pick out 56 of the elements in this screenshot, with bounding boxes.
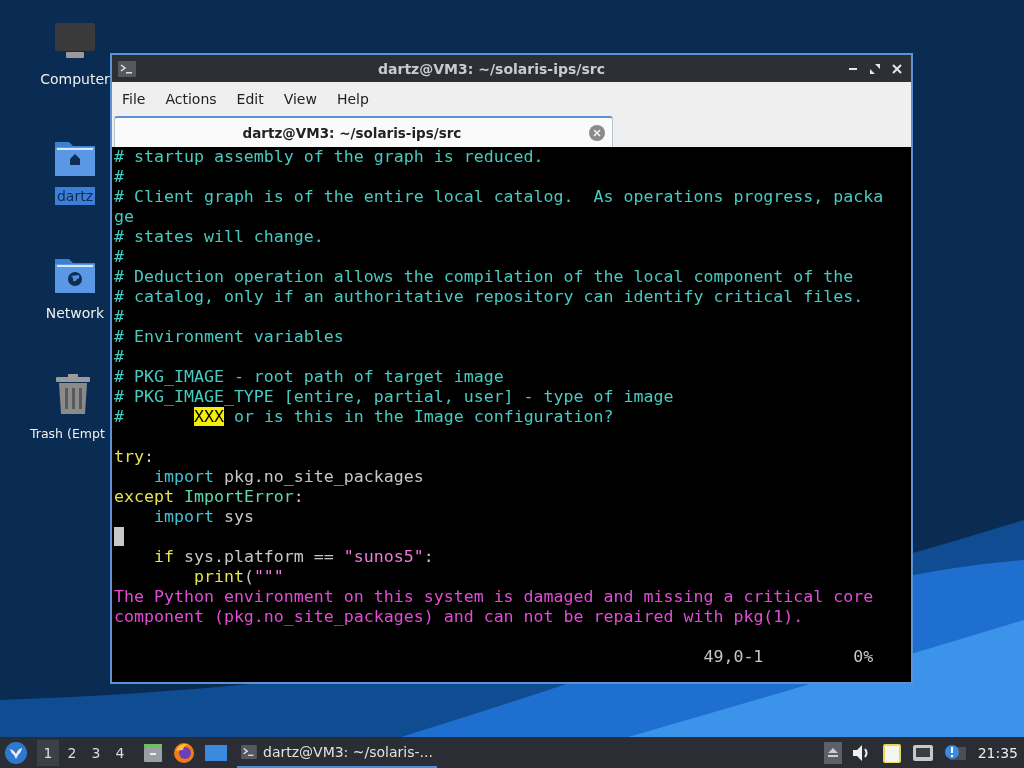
code-line: try:	[114, 447, 154, 467]
maximize-icon[interactable]	[869, 62, 881, 75]
notification-icon[interactable]	[943, 743, 966, 762]
code-line: import sys	[152, 507, 254, 527]
code-line: # Client graph is of the entire local catalog. As operations progress, packa	[114, 187, 884, 207]
terminal-tab[interactable]: dartz@VM3: ~/solaris-ips/src	[114, 116, 613, 147]
workspace-button[interactable]: 3	[85, 739, 107, 766]
code-line: import pkg.no_site_packages	[152, 467, 424, 487]
file-cabinet-icon[interactable]	[143, 742, 163, 763]
code-line: #	[114, 167, 124, 187]
clock[interactable]: 21:35	[977, 744, 1018, 761]
code-line: component (pkg.no_site_packages) and can not be repaired with pkg(1).	[114, 607, 804, 627]
terminal-icon	[118, 60, 136, 77]
trash-icon[interactable]	[54, 373, 92, 415]
code-line: # Environment variables	[114, 327, 344, 347]
window-title: dartz@VM3: ~/solaris-ips/src	[377, 60, 606, 77]
code-line: # startup assembly of the graph is reduced.	[114, 147, 544, 167]
code-line: # catalog, only if an authoritative repository can identify critical files.	[114, 287, 864, 307]
code-line: #	[114, 347, 124, 367]
code-line: ge	[114, 207, 134, 227]
code-line: # PKG_IMAGE - root path of target image	[114, 367, 504, 387]
desktop-icon-label[interactable]: Trash (Empt	[28, 425, 107, 442]
code-line: # PKG_IMAGE_TYPE [entire, partial, user] - type of image	[114, 387, 674, 407]
code-line: print("""	[192, 567, 284, 587]
task-button[interactable]: dartz@VM3: ~/solaris-...	[237, 737, 437, 768]
home-folder-icon[interactable]	[54, 139, 96, 177]
menu-item[interactable]: File	[114, 86, 154, 111]
desktop-icon-label[interactable]: Network	[43, 304, 107, 322]
menu-item[interactable]: Edit	[228, 86, 272, 111]
code-line: except ImportError:	[114, 487, 304, 507]
desktop-icon-label[interactable]: Computer	[38, 70, 112, 88]
desktop-icon[interactable]	[205, 743, 227, 762]
code-line: #	[114, 247, 124, 267]
code-line: #	[114, 307, 124, 327]
code-line: The Python environment on this system is damaged and missing a critical core	[114, 587, 874, 607]
code-line: # states will change.	[114, 227, 324, 247]
close-icon[interactable]	[891, 62, 903, 75]
code-line: if sys.platform == "sunos5":	[152, 547, 434, 567]
code-line: # Deduction operation allows the compilation of the local component of the	[114, 267, 854, 287]
monitor-icon[interactable]	[54, 22, 96, 60]
menu-item[interactable]: View	[275, 86, 325, 111]
eject-icon[interactable]	[823, 741, 842, 764]
clipboard-icon[interactable]	[881, 741, 902, 764]
network-port-icon[interactable]	[911, 743, 934, 762]
code-line: # XXX or is this in the Image configuration?	[114, 407, 614, 427]
menu-item[interactable]: Actions	[157, 86, 225, 111]
menu-item[interactable]: Help	[328, 86, 377, 111]
text-cursor	[114, 527, 124, 546]
workspace-button[interactable]: 2	[61, 739, 83, 766]
globe-folder-icon[interactable]	[54, 256, 96, 294]
browser-icon[interactable]	[173, 741, 195, 764]
cursor-position: 49,0-1	[703, 647, 764, 667]
terminal-icon	[241, 744, 257, 759]
scroll-percent: 0%	[853, 647, 874, 667]
workspace-button[interactable]: 4	[109, 739, 131, 766]
workspace-button[interactable]: 1	[37, 739, 59, 766]
